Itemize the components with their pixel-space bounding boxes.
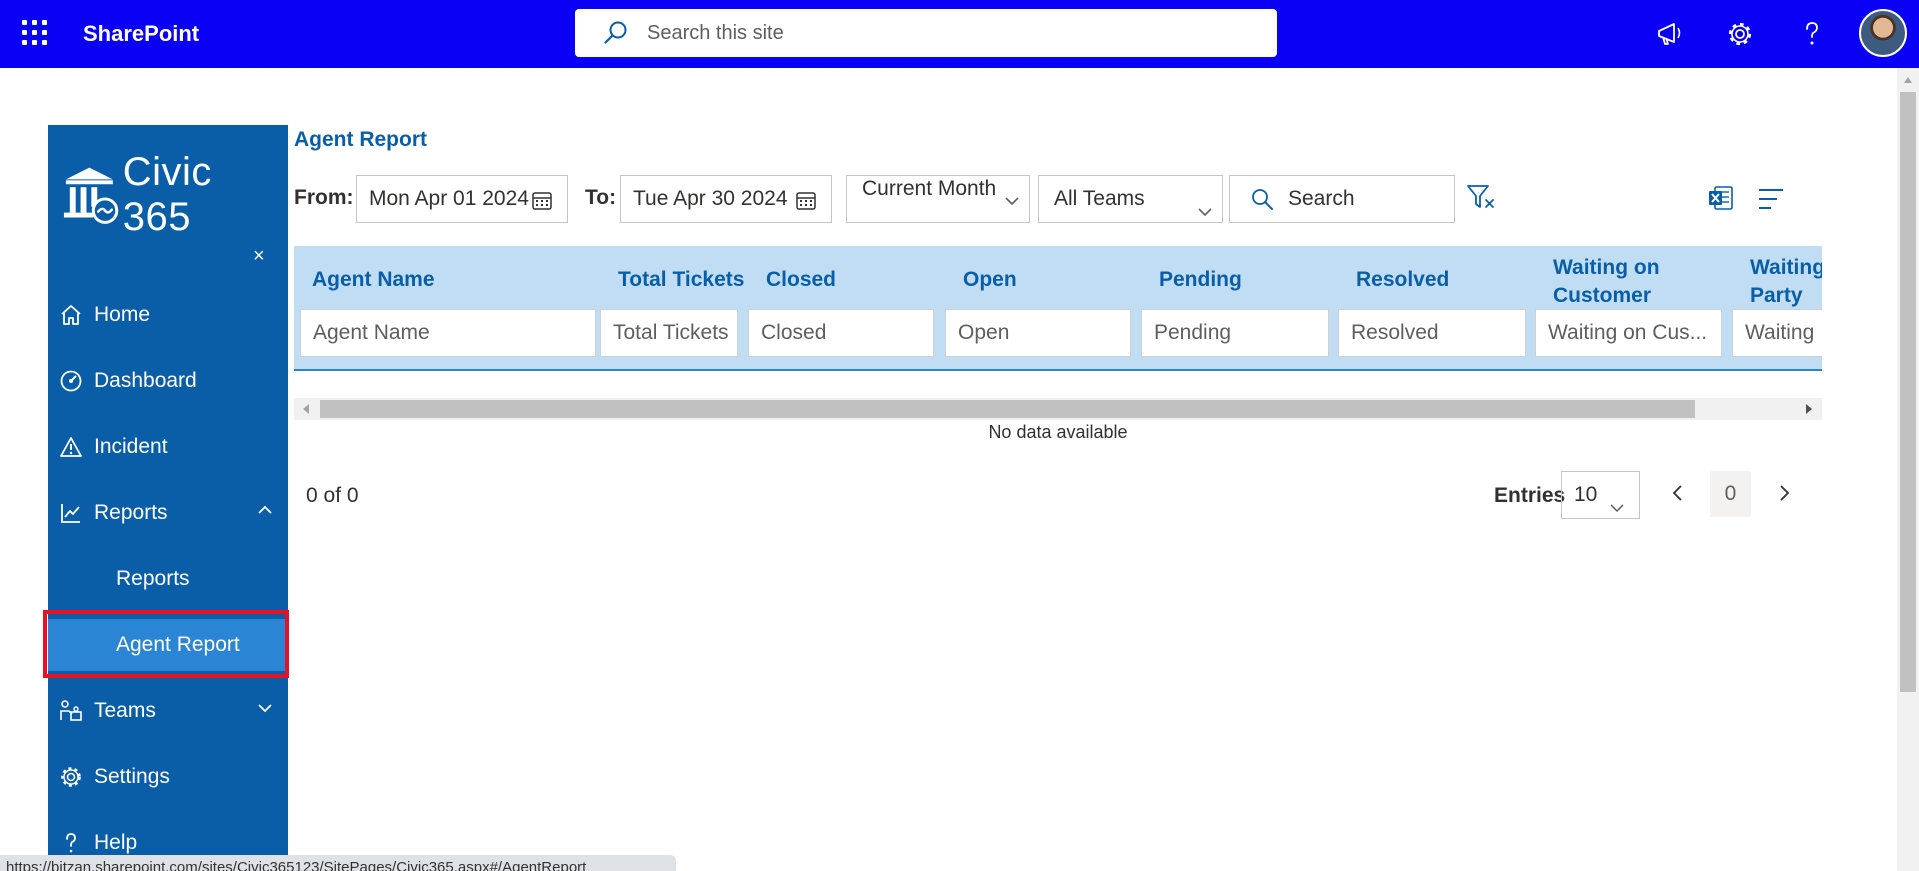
chart-icon [58,500,84,526]
column-header[interactable]: Waiting Party [1750,254,1822,310]
filter-total-tickets[interactable]: Total Tickets [600,309,738,357]
entries-label: Entries [1494,484,1566,507]
grid-header: Agent Name Agent Name Total Tickets Tota… [294,246,1822,371]
column-chooser-icon[interactable] [1757,187,1785,216]
status-url: https://bitzan.sharepoint.com/sites/Civi… [0,855,676,871]
logo-text: Civic 365 [122,150,212,239]
filter-pending[interactable]: Pending [1141,309,1329,357]
help-icon[interactable] [1795,17,1829,51]
site-search-box[interactable]: Search this site [575,9,1277,57]
settings-gear-icon[interactable] [1723,17,1757,51]
nav-subitem-label: Reports [116,567,190,590]
nav-item-home[interactable]: Home [48,289,288,341]
excel-export-icon[interactable] [1707,184,1735,217]
column-header[interactable]: Closed [766,266,946,294]
chevron-down-icon[interactable] [256,699,274,723]
record-count: 0 of 0 [306,484,359,507]
column-header[interactable]: Waiting on Customer [1553,254,1703,310]
nav-item-label: Reports [94,501,168,524]
empty-state-text: No data available [988,422,1128,442]
from-label: From: [294,186,354,209]
column-header[interactable]: Open [963,266,1143,294]
chevron-down-icon [1003,192,1021,216]
nav-item-label: Home [94,303,151,326]
filter-agent-name[interactable]: Agent Name [300,309,596,357]
filter-resolved[interactable]: Resolved [1338,309,1526,357]
warning-icon [58,434,84,460]
team-dropdown[interactable]: All Teams [1038,175,1223,223]
from-date-value: Mon Apr 01 2024 [369,187,529,210]
grid-scrollbar-thumb[interactable] [320,400,1695,418]
scroll-left-arrow-icon[interactable] [303,404,309,414]
filter-waiting-on-customer[interactable]: Waiting on Cus... [1535,309,1722,357]
team-value: All Teams [1054,187,1145,210]
megaphone-icon[interactable] [1652,17,1686,51]
chevron-down-icon [1196,192,1214,222]
scroll-right-arrow-icon[interactable] [1806,404,1812,414]
scroll-up-arrow-icon[interactable] [1904,77,1912,83]
nav-subitem-reports[interactable]: Reports [48,553,288,605]
to-date-picker[interactable]: Tue Apr 30 2024 [620,175,832,223]
nav-item-teams[interactable]: Teams [48,685,288,737]
nav-item-settings[interactable]: Settings [48,751,288,803]
app-launcher-icon[interactable] [22,20,50,48]
column-header[interactable]: Resolved [1356,266,1536,294]
grid-horizontal-scrollbar[interactable] [294,398,1822,420]
nav-item-reports[interactable]: Reports [48,487,288,539]
user-avatar[interactable] [1859,9,1907,57]
brand-title[interactable]: SharePoint [83,0,199,68]
civic365-logo[interactable]: Civic 365 [62,150,288,240]
entries-value: 10 [1574,483,1598,506]
clear-filter-icon[interactable] [1466,183,1496,216]
filter-closed[interactable]: Closed [748,309,934,357]
nav-item-label: Settings [94,765,170,788]
civic-building-logo-icon [63,167,119,224]
next-page-icon[interactable] [1771,480,1797,511]
search-icon [1252,189,1273,210]
calendar-icon[interactable] [531,189,553,217]
page-title: Agent Report [294,128,427,151]
nav-item-label: Help [94,831,138,854]
nav-item-dashboard[interactable]: Dashboard [48,355,288,407]
column-header[interactable]: Pending [1159,266,1339,294]
page-scrollbar[interactable] [1897,68,1919,871]
nav-item-label: Teams [94,699,156,722]
filter-open[interactable]: Open [945,309,1131,357]
period-value: Current Month [862,177,997,200]
dashboard-icon [58,368,84,394]
help-icon [58,830,84,856]
to-label: To: [585,186,617,209]
suite-bar: SharePoint Search this site [0,0,1919,68]
site-search-placeholder[interactable]: Search this site [647,22,784,45]
chevron-down-icon [1609,487,1625,533]
period-dropdown[interactable]: Current Month [846,175,1030,223]
previous-page-icon[interactable] [1665,480,1691,511]
nav-item-label: Dashboard [94,369,197,392]
active-item-highlight [43,610,289,678]
from-date-picker[interactable]: Mon Apr 01 2024 [356,175,568,223]
entries-dropdown[interactable]: 10 [1561,471,1640,519]
teams-icon [58,698,84,724]
header-divider [294,369,1822,371]
to-date-value: Tue Apr 30 2024 [633,187,788,210]
filter-waiting-party[interactable]: Waiting [1732,309,1822,357]
calendar-icon[interactable] [795,189,817,217]
chevron-up-icon[interactable] [256,501,274,525]
nav-item-incident[interactable]: Incident [48,421,288,473]
gear-icon [58,764,84,790]
search-icon [604,21,627,44]
report-search-placeholder: Search [1288,187,1355,210]
report-search-input[interactable]: Search [1229,175,1455,223]
column-header[interactable]: Agent Name [312,266,492,294]
nav-close-icon[interactable]: × [253,245,265,268]
home-icon [58,302,84,328]
current-page-button[interactable]: 0 [1710,471,1751,517]
left-nav: Civic 365 × Home Dashboard Incident Repo… [48,125,288,871]
nav-item-label: Incident [94,435,168,458]
page-scrollbar-thumb[interactable] [1900,92,1916,692]
